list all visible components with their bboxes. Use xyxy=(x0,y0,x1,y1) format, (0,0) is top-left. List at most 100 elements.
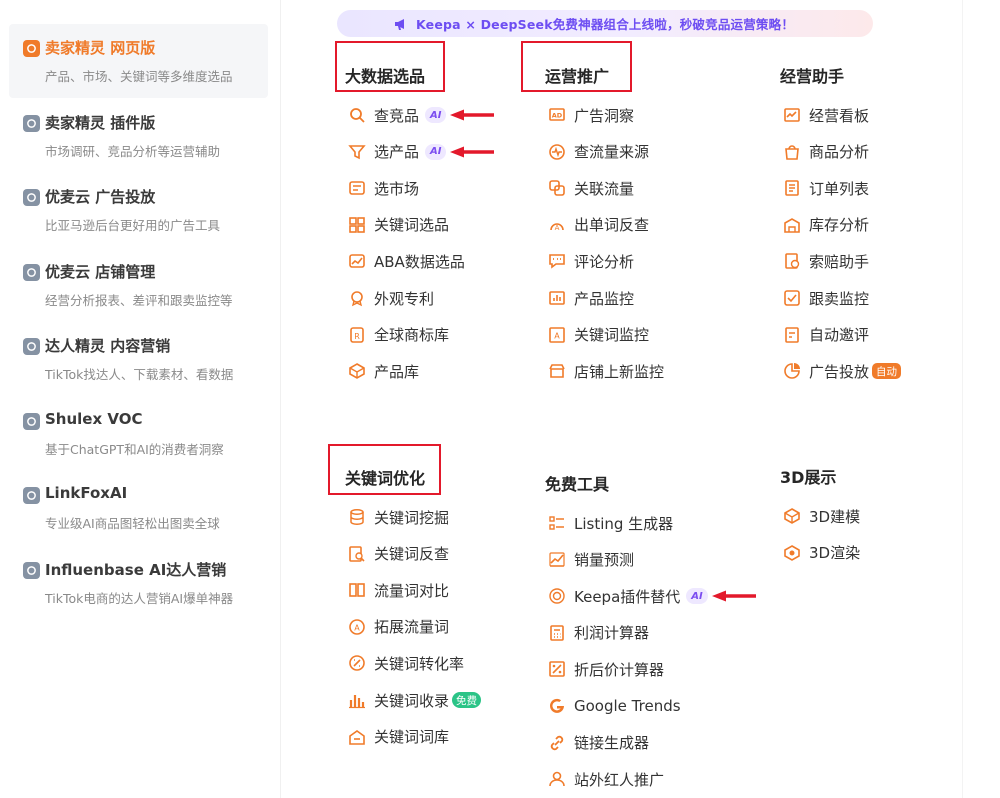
database-icon xyxy=(348,508,366,526)
menu-item[interactable]: A 出单词反查 xyxy=(548,213,649,237)
render-icon xyxy=(783,544,801,562)
sidebar-item[interactable]: LinkFoxAI 专业级AI商品图轻松出图卖全球 xyxy=(9,471,268,545)
menu-item[interactable]: 商品分析 xyxy=(783,140,869,164)
menu-item-label: 选产品 xyxy=(374,143,420,162)
sidebar-item-title: LinkFoxAI xyxy=(45,484,128,502)
menu-item[interactable]: A 拓展流量词 xyxy=(348,615,449,639)
menu-item[interactable]: 3D渲染 xyxy=(783,541,860,565)
menu-item[interactable]: 自动邀评 xyxy=(783,323,869,347)
menu-item[interactable]: 跟卖监控 xyxy=(783,286,869,310)
menu-item[interactable]: 产品监控 xyxy=(548,286,634,310)
svg-text:A: A xyxy=(354,623,360,632)
menu-item[interactable]: 广告投放 自动 xyxy=(783,359,902,383)
megaphone-icon xyxy=(395,18,404,30)
doc-search-icon xyxy=(348,545,366,563)
menu-item[interactable]: 索赔助手 xyxy=(783,249,869,273)
menu-item[interactable]: 经营看板 xyxy=(783,103,869,127)
menu-item[interactable]: 流量词对比 xyxy=(348,578,449,602)
shop-icon xyxy=(548,362,566,380)
market-icon xyxy=(348,179,366,197)
svg-text:R: R xyxy=(354,332,360,341)
menu-item-label: 广告投放 xyxy=(809,362,870,381)
menu-item[interactable]: 站外红人推广 xyxy=(548,767,664,791)
bar-monitor-icon xyxy=(548,289,566,307)
menu-item[interactable]: ABA数据选品 xyxy=(348,249,465,273)
menu-item-label: 关键词转化率 xyxy=(374,654,465,673)
menu-item[interactable]: 库存分析 xyxy=(783,213,869,237)
menu-item[interactable]: 关键词词库 xyxy=(348,725,449,749)
menu-item-label: 产品库 xyxy=(374,362,420,381)
menu-item[interactable]: 关键词挖掘 xyxy=(348,505,449,529)
keyword-monitor-icon: A xyxy=(548,326,566,344)
menu-item[interactable]: 产品库 xyxy=(348,359,419,383)
linkfox-icon xyxy=(23,487,40,504)
sidebar-item-desc: TikTok电商的达人营销AI爆单神器 xyxy=(45,590,234,606)
menu-item[interactable]: 折后价计算器 xyxy=(548,657,664,681)
warehouse-icon xyxy=(783,216,801,234)
menu-item[interactable]: 链接生成器 xyxy=(548,731,649,755)
badge-ai: AI xyxy=(425,143,447,160)
menu-item[interactable]: 查流量来源 xyxy=(548,140,649,164)
umy-store-icon xyxy=(23,263,40,281)
menu-item-label: 出单词反查 xyxy=(574,216,650,235)
menu-item-label: 折后价计算器 xyxy=(574,660,665,679)
menu-item[interactable]: 关键词转化率 xyxy=(348,651,464,675)
menu-item[interactable]: 关键词收录 免费 xyxy=(348,688,482,712)
menu-item-label: 3D建模 xyxy=(809,507,861,526)
menu-item[interactable]: 关键词选品 xyxy=(348,213,449,237)
menu-item[interactable]: AD 广告洞察 xyxy=(548,103,634,127)
sidebar-item[interactable]: Shulex VOC 基于ChatGPT和AI的消费者洞察 xyxy=(9,397,268,471)
claim-icon xyxy=(783,252,801,270)
announcement-banner[interactable]: Keepa × DeepSeek免费神器组合上线啦，秒破竞品运营策略！ xyxy=(337,10,873,37)
menu-item-label: Google Trends xyxy=(574,697,681,715)
box-icon xyxy=(348,362,366,380)
menu-item[interactable]: 销量预测 xyxy=(548,548,634,572)
sidebar-item[interactable]: 卖家精灵 网页版 产品、市场、关键词等多维度选品 xyxy=(9,24,268,98)
menu-item[interactable]: R 全球商标库 xyxy=(348,323,449,347)
menu-item-label: 查流量来源 xyxy=(574,143,650,162)
menu-item[interactable]: 选市场 xyxy=(348,176,419,200)
sidebar-item-desc: 比亚马逊后台更好用的广告工具 xyxy=(45,218,221,233)
menu-item[interactable]: 查竞品 AI xyxy=(348,103,496,127)
umy-ads-icon xyxy=(23,189,40,206)
menu-item[interactable]: 选产品 AI xyxy=(348,140,496,164)
menu-item-label: 选市场 xyxy=(374,179,420,198)
annotation-highlight-box xyxy=(521,41,632,92)
svg-text:AD: AD xyxy=(552,112,563,120)
menu-item[interactable]: 评论分析 xyxy=(548,249,634,273)
sidebar-item-desc: TikTok找达人、下载素材、看数据 xyxy=(45,367,234,382)
sidebar-item[interactable]: 达人精灵 内容营销 TikTok找达人、下载素材、看数据 xyxy=(9,322,268,396)
annotation-arrow-icon xyxy=(450,109,495,121)
influencer-icon xyxy=(23,338,40,355)
sidebar-item[interactable]: 优麦云 广告投放 比亚马逊后台更好用的广告工具 xyxy=(9,173,268,247)
annotation-arrow-icon xyxy=(711,590,756,602)
ad-icon: AD xyxy=(548,106,566,124)
menu-item[interactable]: 3D建模 xyxy=(783,504,860,528)
menu-item[interactable]: Google Trends xyxy=(548,694,681,718)
sidebar-item-title: 达人精灵 内容营销 xyxy=(45,337,171,355)
menu-item[interactable]: 外观专利 xyxy=(348,286,434,310)
menu-item-label: 查竞品 xyxy=(374,106,420,125)
menu-item[interactable]: A 关键词监控 xyxy=(548,323,649,347)
sidebar-item[interactable]: 优麦云 店铺管理 经营分析报表、差评和跟卖监控等 xyxy=(9,248,268,322)
menu-item[interactable]: 关联流量 xyxy=(548,176,634,200)
menu-item-label: 外观专利 xyxy=(374,289,435,308)
pulse-icon xyxy=(548,143,566,161)
menu-item[interactable]: 店铺上新监控 xyxy=(548,359,664,383)
menu-item-label: 关键词词库 xyxy=(374,728,450,747)
badge-free: 免费 xyxy=(452,692,482,708)
menu-item[interactable]: Listing 生成器 xyxy=(548,511,673,535)
menu-item-label: 流量词对比 xyxy=(374,581,450,600)
sidebar-item-title: 优麦云 店铺管理 xyxy=(45,262,156,281)
sidebar-item-desc: 产品、市场、关键词等多维度选品 xyxy=(45,69,233,84)
sidebar-item[interactable]: Influenbase AI达人营销 TikTok电商的达人营销AI爆单神器 xyxy=(9,546,268,620)
sidebar-item[interactable]: 卖家精灵 插件版 市场调研、竞品分析等运营辅助 xyxy=(9,99,268,173)
order-icon xyxy=(783,179,801,197)
menu-item[interactable]: Keepa插件替代 AI xyxy=(548,584,758,608)
column-title: 3D展示 xyxy=(780,468,837,487)
sidebar: 卖家精灵 网页版 产品、市场、关键词等多维度选品 卖家精灵 插件版 市场调研、竞品分析… xyxy=(0,0,280,798)
menu-item[interactable]: 订单列表 xyxy=(783,176,869,200)
trademark-icon: R xyxy=(348,326,366,344)
menu-item[interactable]: 关键词反查 xyxy=(348,542,449,566)
menu-item[interactable]: 利润计算器 xyxy=(548,621,649,645)
